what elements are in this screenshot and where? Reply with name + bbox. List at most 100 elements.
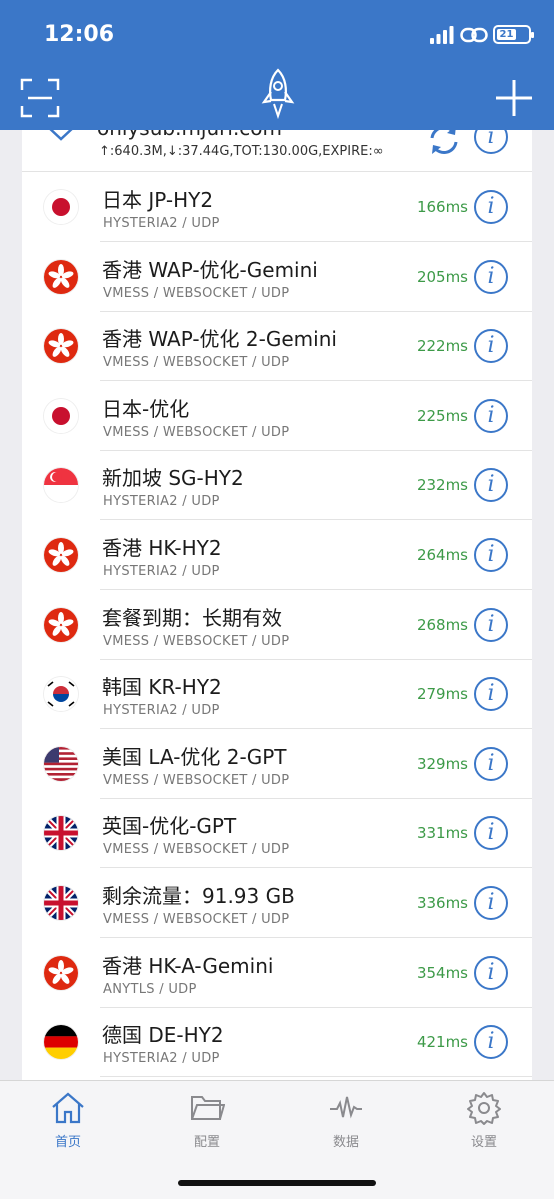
rocket-icon	[261, 68, 295, 120]
flag-hk-icon	[44, 955, 78, 990]
info-icon[interactable]: i	[474, 1025, 508, 1060]
server-latency: 279ms	[416, 685, 468, 704]
server-row[interactable]: 香港 HK-HY2 HYSTERIA2 / UDP 264ms i	[22, 520, 532, 590]
server-row[interactable]: 英国-优化-GPT VMESS / WEBSOCKET / UDP 331ms i	[22, 798, 532, 869]
server-protocol: VMESS / WEBSOCKET / UDP	[103, 842, 290, 858]
info-icon[interactable]: i	[474, 259, 508, 294]
server-protocol: HYSTERIA2 / UDP	[103, 494, 220, 510]
server-name: 剩余流量：91.93 GB	[102, 884, 295, 908]
server-latency: 421ms	[416, 1033, 468, 1052]
app-header: 12:06 21	[0, 0, 554, 130]
server-name: 香港 HK-A-Gemini	[102, 953, 274, 978]
scan-icon[interactable]	[20, 78, 60, 118]
flag-kr-icon	[44, 677, 78, 712]
server-latency: 331ms	[416, 824, 468, 843]
server-protocol: VMESS / WEBSOCKET / UDP	[103, 424, 290, 440]
info-icon[interactable]: i	[474, 190, 508, 224]
tab-settings-label: 设置	[470, 1135, 497, 1150]
server-name: 香港 HK-HY2	[102, 536, 222, 560]
server-row[interactable]: 日本 JP-HY2 HYSTERIA2 / UDP 166ms i	[22, 172, 532, 242]
flag-de-icon	[44, 1025, 78, 1060]
flag-jp-icon	[44, 398, 78, 433]
flag-sg-icon	[44, 468, 78, 503]
flag-us-icon	[44, 746, 78, 781]
server-row[interactable]: 香港 HK-A-Gemini ANYTLS / UDP 354ms i	[22, 938, 532, 1008]
info-icon[interactable]: i	[474, 607, 508, 642]
server-row[interactable]: 套餐到期：长期有效 VMESS / WEBSOCKET / UDP 268ms i	[22, 590, 532, 660]
server-latency: 166ms	[416, 198, 468, 216]
flag-gb-icon	[44, 886, 78, 920]
server-latency: 232ms	[416, 476, 468, 495]
server-latency: 268ms	[416, 615, 468, 634]
server-name: 德国 DE-HY2	[102, 1023, 224, 1048]
server-latency: 264ms	[416, 546, 468, 564]
server-name: 日本-优化	[102, 396, 190, 421]
server-latency: 354ms	[416, 963, 468, 982]
flag-gb-icon	[44, 816, 78, 851]
server-protocol: VMESS / WEBSOCKET / UDP	[103, 355, 290, 371]
info-icon[interactable]: i	[474, 538, 508, 572]
server-protocol: ANYTLS / UDP	[103, 981, 197, 997]
flag-hk-icon	[44, 607, 78, 642]
server-protocol: HYSTERIA2 / UDP	[103, 1051, 220, 1067]
activity-icon	[330, 1096, 362, 1119]
server-latency: 336ms	[416, 894, 468, 912]
subscription-stats: ↑:640.3M,↓:37.44G,TOT:130.00G,EXPIRE:∞	[99, 144, 384, 159]
server-latency: 222ms	[416, 337, 468, 356]
server-row[interactable]: 韩国 KR-HY2 HYSTERIA2 / UDP 279ms i	[22, 659, 532, 730]
flag-hk-icon	[44, 538, 78, 572]
info-icon[interactable]: i	[474, 816, 508, 851]
tab-home-label: 首页	[54, 1135, 81, 1150]
server-row[interactable]: 日本-优化 VMESS / WEBSOCKET / UDP 225ms i	[22, 381, 532, 451]
battery-level: 21	[497, 29, 516, 40]
info-icon[interactable]: i	[474, 677, 508, 712]
link-icon	[460, 27, 488, 43]
server-latency: 205ms	[416, 267, 468, 286]
server-latency: 329ms	[416, 754, 468, 773]
tab-home[interactable]: 首页	[22, 1091, 114, 1151]
battery-icon: 21	[493, 25, 534, 44]
flag-jp-icon	[44, 190, 78, 224]
info-icon[interactable]: i	[474, 955, 508, 990]
server-protocol: VMESS / WEBSOCKET / UDP	[103, 285, 290, 301]
server-row[interactable]: 新加坡 SG-HY2 HYSTERIA2 / UDP 232ms i	[22, 450, 532, 521]
add-button[interactable]	[494, 78, 534, 118]
info-icon[interactable]: i	[474, 468, 508, 503]
tab-config[interactable]: 配置	[161, 1091, 253, 1151]
server-name: 香港 WAP-优化 2-Gemini	[102, 327, 337, 352]
flag-hk-icon	[44, 259, 78, 294]
status-bar: 12:06 21	[0, 0, 554, 70]
tab-settings[interactable]: 设置	[438, 1091, 530, 1151]
gear-icon	[467, 1092, 501, 1125]
server-latency: 225ms	[416, 406, 468, 425]
info-icon[interactable]: i	[474, 329, 508, 364]
status-time: 12:06	[44, 22, 115, 47]
signal-icon	[430, 26, 454, 44]
info-icon[interactable]: i	[474, 746, 508, 781]
server-protocol: VMESS / WEBSOCKET / UDP	[103, 912, 290, 927]
server-name: 香港 WAP-优化-Gemini	[102, 257, 318, 282]
server-row[interactable]: 剩余流量：91.93 GB VMESS / WEBSOCKET / UDP 336m…	[22, 868, 532, 938]
server-protocol: HYSTERIA2 / UDP	[103, 564, 220, 579]
server-protocol: VMESS / WEBSOCKET / UDP	[103, 772, 290, 788]
server-protocol: HYSTERIA2 / UDP	[103, 703, 220, 719]
server-row[interactable]: 香港 WAP-优化-Gemini VMESS / WEBSOCKET / UDP 2…	[22, 242, 532, 312]
server-protocol: VMESS / WEBSOCKET / UDP	[103, 633, 290, 649]
info-icon[interactable]: i	[474, 886, 508, 920]
server-list: onlysub.mjurl.com ↑:640.3M,↓:37.44G,TOT:…	[22, 100, 532, 1080]
server-protocol: HYSTERIA2 / UDP	[103, 216, 220, 231]
tab-data[interactable]: 数据	[300, 1091, 392, 1151]
server-name: 套餐到期：长期有效	[102, 605, 282, 630]
server-name: 日本 JP-HY2	[102, 188, 214, 212]
info-icon[interactable]: i	[474, 398, 508, 433]
server-row[interactable]: 美国 LA-优化 2-GPT VMESS / WEBSOCKET / UDP 329…	[22, 729, 532, 799]
server-name: 新加坡 SG-HY2	[102, 466, 244, 491]
server-row[interactable]: 香港 WAP-优化 2-Gemini VMESS / WEBSOCKET / UD…	[22, 311, 532, 382]
tab-data-label: 数据	[332, 1135, 359, 1150]
home-icon	[52, 1092, 84, 1124]
flag-hk-icon	[44, 329, 78, 364]
server-row[interactable]: 德国 DE-HY2 HYSTERIA2 / UDP 421ms i	[22, 1007, 532, 1078]
row-divider	[100, 1076, 532, 1078]
server-name: 美国 LA-优化 2-GPT	[102, 744, 287, 769]
server-name: 英国-优化-GPT	[102, 814, 237, 839]
